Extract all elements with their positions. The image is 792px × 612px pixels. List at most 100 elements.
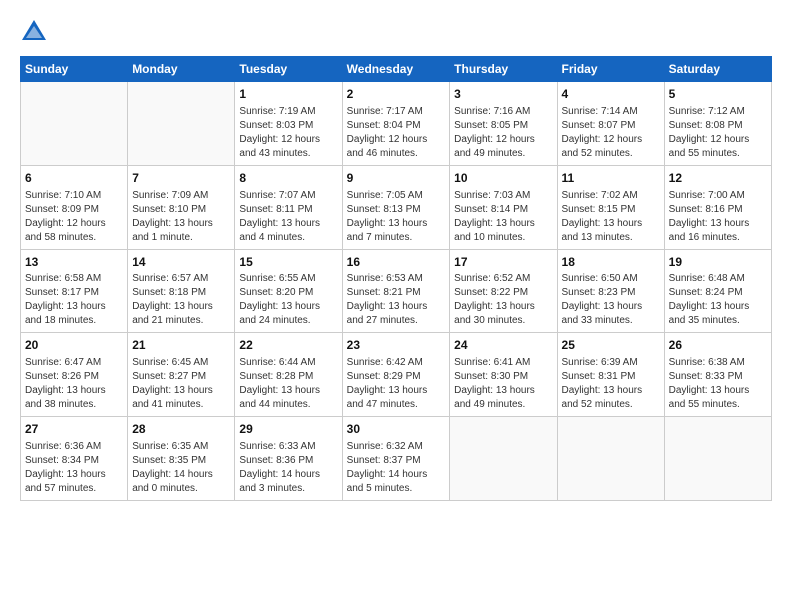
day-number: 5 [669, 86, 767, 103]
day-info: Sunrise: 7:09 AM Sunset: 8:10 PM Dayligh… [132, 189, 230, 245]
day-number: 7 [132, 170, 230, 187]
day-number: 28 [132, 421, 230, 438]
calendar-cell: 21 Sunrise: 6:45 AM Sunset: 8:27 PM Dayli… [128, 333, 235, 417]
calendar-cell: 26Sunrise: 6:38 AM Sunset: 8:33 PM Dayli… [664, 333, 771, 417]
day-info: Sunrise: 7:10 AM Sunset: 8:09 PM Dayligh… [25, 189, 123, 245]
calendar-cell: 29 Sunrise: 6:33 AM Sunset: 8:36 PM Dayli… [235, 417, 342, 501]
calendar-cell: 7 Sunrise: 7:09 AM Sunset: 8:10 PM Daylig… [128, 165, 235, 249]
day-info: Sunrise: 6:45 AM Sunset: 8:27 PM Dayligh… [132, 356, 230, 412]
day-number: 1 [239, 86, 337, 103]
weekday-header-tuesday: Tuesday [235, 57, 342, 82]
day-number: 26 [669, 337, 767, 354]
calendar-cell [128, 82, 235, 166]
day-number: 24 [454, 337, 552, 354]
day-number: 16 [347, 254, 446, 271]
calendar-cell [450, 417, 557, 501]
day-number: 3 [454, 86, 552, 103]
calendar-cell: 20Sunrise: 6:47 AM Sunset: 8:26 PM Dayli… [21, 333, 128, 417]
day-number: 18 [562, 254, 660, 271]
calendar-cell: 27 Sunrise: 6:36 AM Sunset: 8:34 PM Dayli… [21, 417, 128, 501]
day-number: 2 [347, 86, 446, 103]
page: SundayMondayTuesdayWednesdayThursdayFrid… [0, 0, 792, 612]
week-row-1: 1 Sunrise: 7:19 AM Sunset: 8:03 PM Daylig… [21, 82, 772, 166]
calendar-cell: 5 Sunrise: 7:12 AM Sunset: 8:08 PM Daylig… [664, 82, 771, 166]
day-info: Sunrise: 6:39 AM Sunset: 8:31 PM Dayligh… [562, 356, 660, 412]
weekday-header-sunday: Sunday [21, 57, 128, 82]
day-info: Sunrise: 7:07 AM Sunset: 8:11 PM Dayligh… [239, 189, 337, 245]
day-info: Sunrise: 6:33 AM Sunset: 8:36 PM Dayligh… [239, 440, 337, 496]
day-info: Sunrise: 6:53 AM Sunset: 8:21 PM Dayligh… [347, 272, 446, 328]
calendar-cell: 22 Sunrise: 6:44 AM Sunset: 8:28 PM Dayli… [235, 333, 342, 417]
day-info: Sunrise: 6:32 AM Sunset: 8:37 PM Dayligh… [347, 440, 446, 496]
day-info: Sunrise: 7:14 AM Sunset: 8:07 PM Dayligh… [562, 105, 660, 161]
day-number: 6 [25, 170, 123, 187]
day-number: 10 [454, 170, 552, 187]
day-number: 25 [562, 337, 660, 354]
day-info: Sunrise: 7:19 AM Sunset: 8:03 PM Dayligh… [239, 105, 337, 161]
day-number: 9 [347, 170, 446, 187]
calendar-cell: 12 Sunrise: 7:00 AM Sunset: 8:16 PM Dayli… [664, 165, 771, 249]
calendar-table: SundayMondayTuesdayWednesdayThursdayFrid… [20, 56, 772, 501]
day-info: Sunrise: 6:52 AM Sunset: 8:22 PM Dayligh… [454, 272, 552, 328]
day-number: 12 [669, 170, 767, 187]
day-info: Sunrise: 6:42 AM Sunset: 8:29 PM Dayligh… [347, 356, 446, 412]
week-row-5: 27 Sunrise: 6:36 AM Sunset: 8:34 PM Dayli… [21, 417, 772, 501]
weekday-header-row: SundayMondayTuesdayWednesdayThursdayFrid… [21, 57, 772, 82]
weekday-header-monday: Monday [128, 57, 235, 82]
week-row-4: 20Sunrise: 6:47 AM Sunset: 8:26 PM Dayli… [21, 333, 772, 417]
day-number: 30 [347, 421, 446, 438]
day-info: Sunrise: 7:05 AM Sunset: 8:13 PM Dayligh… [347, 189, 446, 245]
calendar-cell: 1 Sunrise: 7:19 AM Sunset: 8:03 PM Daylig… [235, 82, 342, 166]
day-number: 11 [562, 170, 660, 187]
weekday-header-friday: Friday [557, 57, 664, 82]
day-info: Sunrise: 7:12 AM Sunset: 8:08 PM Dayligh… [669, 105, 767, 161]
calendar-cell: 19Sunrise: 6:48 AM Sunset: 8:24 PM Dayli… [664, 249, 771, 333]
day-number: 21 [132, 337, 230, 354]
calendar-cell: 30 Sunrise: 6:32 AM Sunset: 8:37 PM Dayli… [342, 417, 450, 501]
day-info: Sunrise: 6:44 AM Sunset: 8:28 PM Dayligh… [239, 356, 337, 412]
day-info: Sunrise: 6:48 AM Sunset: 8:24 PM Dayligh… [669, 272, 767, 328]
calendar-cell [557, 417, 664, 501]
calendar-cell: 28 Sunrise: 6:35 AM Sunset: 8:35 PM Dayli… [128, 417, 235, 501]
calendar-cell [21, 82, 128, 166]
calendar-cell: 9 Sunrise: 7:05 AM Sunset: 8:13 PM Daylig… [342, 165, 450, 249]
calendar-cell: 3Sunrise: 7:16 AM Sunset: 8:05 PM Daylig… [450, 82, 557, 166]
day-info: Sunrise: 6:36 AM Sunset: 8:34 PM Dayligh… [25, 440, 123, 496]
day-number: 27 [25, 421, 123, 438]
day-number: 29 [239, 421, 337, 438]
logo [20, 18, 52, 46]
calendar-cell: 16Sunrise: 6:53 AM Sunset: 8:21 PM Dayli… [342, 249, 450, 333]
day-info: Sunrise: 6:41 AM Sunset: 8:30 PM Dayligh… [454, 356, 552, 412]
calendar-cell: 17Sunrise: 6:52 AM Sunset: 8:22 PM Dayli… [450, 249, 557, 333]
day-number: 23 [347, 337, 446, 354]
calendar-cell: 8 Sunrise: 7:07 AM Sunset: 8:11 PM Daylig… [235, 165, 342, 249]
calendar-cell: 24 Sunrise: 6:41 AM Sunset: 8:30 PM Dayli… [450, 333, 557, 417]
day-number: 17 [454, 254, 552, 271]
day-info: Sunrise: 7:02 AM Sunset: 8:15 PM Dayligh… [562, 189, 660, 245]
weekday-header-wednesday: Wednesday [342, 57, 450, 82]
calendar-cell: 2Sunrise: 7:17 AM Sunset: 8:04 PM Daylig… [342, 82, 450, 166]
day-info: Sunrise: 6:58 AM Sunset: 8:17 PM Dayligh… [25, 272, 123, 328]
weekday-header-saturday: Saturday [664, 57, 771, 82]
day-info: Sunrise: 6:35 AM Sunset: 8:35 PM Dayligh… [132, 440, 230, 496]
day-info: Sunrise: 6:50 AM Sunset: 8:23 PM Dayligh… [562, 272, 660, 328]
header [20, 18, 772, 46]
day-info: Sunrise: 7:03 AM Sunset: 8:14 PM Dayligh… [454, 189, 552, 245]
calendar-cell: 18Sunrise: 6:50 AM Sunset: 8:23 PM Dayli… [557, 249, 664, 333]
day-info: Sunrise: 7:00 AM Sunset: 8:16 PM Dayligh… [669, 189, 767, 245]
day-number: 8 [239, 170, 337, 187]
weekday-header-thursday: Thursday [450, 57, 557, 82]
day-info: Sunrise: 6:47 AM Sunset: 8:26 PM Dayligh… [25, 356, 123, 412]
calendar-cell [664, 417, 771, 501]
week-row-3: 13Sunrise: 6:58 AM Sunset: 8:17 PM Dayli… [21, 249, 772, 333]
day-info: Sunrise: 6:57 AM Sunset: 8:18 PM Dayligh… [132, 272, 230, 328]
calendar-cell: 6 Sunrise: 7:10 AM Sunset: 8:09 PM Daylig… [21, 165, 128, 249]
day-number: 22 [239, 337, 337, 354]
day-number: 15 [239, 254, 337, 271]
day-info: Sunrise: 6:55 AM Sunset: 8:20 PM Dayligh… [239, 272, 337, 328]
calendar-cell: 23 Sunrise: 6:42 AM Sunset: 8:29 PM Dayli… [342, 333, 450, 417]
day-number: 4 [562, 86, 660, 103]
calendar-cell: 10 Sunrise: 7:03 AM Sunset: 8:14 PM Dayli… [450, 165, 557, 249]
logo-icon [20, 18, 48, 46]
calendar-cell: 25 Sunrise: 6:39 AM Sunset: 8:31 PM Dayli… [557, 333, 664, 417]
